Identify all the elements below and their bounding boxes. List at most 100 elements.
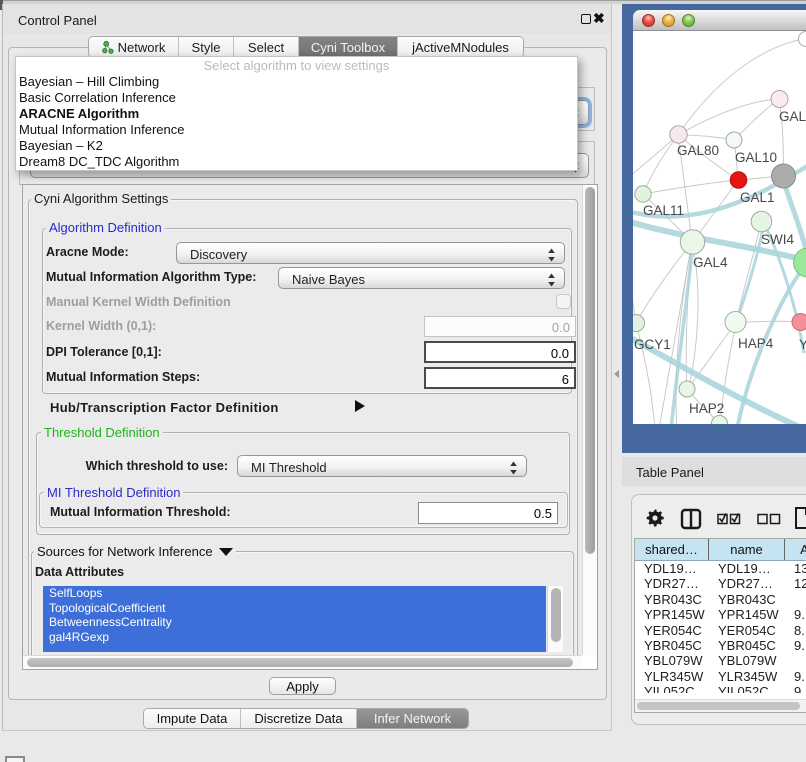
table-row[interactable]: YBR043CYBR043C	[635, 592, 806, 607]
tab-label: Select	[248, 40, 284, 55]
graph-node[interactable]	[772, 164, 796, 188]
tab-jactivemnodules[interactable]: jActiveMNodules	[398, 37, 523, 57]
settings-hscrollbar-thumb[interactable]	[27, 658, 573, 667]
graph-node-hap2[interactable]	[679, 381, 695, 397]
table-row[interactable]: YIL052CYIL052C9.	[635, 684, 806, 693]
settings-horizontal-scrollbar[interactable]	[23, 655, 582, 669]
table-cell: YPR145W	[709, 607, 785, 622]
manual-kernel-width-checkbox[interactable]	[556, 294, 571, 309]
graph-edge	[643, 180, 738, 194]
mac-minimize-icon[interactable]	[662, 14, 675, 27]
tab-label: Cyni Toolbox	[311, 40, 385, 55]
mac-close-icon[interactable]	[642, 14, 655, 27]
table-row[interactable]: YPR145WYPR145W9.	[635, 607, 806, 622]
graph-node-swi4[interactable]	[751, 211, 772, 232]
graph-node[interactable]	[799, 32, 806, 47]
graph-node-y[interactable]	[792, 314, 806, 331]
tab-discretize-data[interactable]: Discretize Data	[241, 709, 357, 728]
table-row[interactable]: YBR045CYBR045C9.	[635, 638, 806, 653]
algorithm-dropdown-popup: Select algorithm to view settings Bayesi…	[15, 56, 578, 171]
tab-style[interactable]: Style	[179, 37, 234, 57]
column-header-1[interactable]: shared…	[635, 539, 709, 560]
tab-label: jActiveMNodules	[412, 40, 509, 55]
close-icon[interactable]: ✖	[593, 7, 605, 29]
attribute-list-item[interactable]: TopologicalCoefficient	[43, 601, 546, 616]
graph-node-gcy1[interactable]	[633, 315, 645, 332]
dropdown-item[interactable]: Bayesian – K2	[16, 138, 577, 154]
tab-network[interactable]: Network	[89, 37, 179, 57]
settings-vertical-scrollbar[interactable]	[582, 185, 597, 655]
table-horizontal-scrollbar[interactable]	[635, 699, 806, 712]
graph-node[interactable]	[712, 416, 728, 425]
apply-button[interactable]: Apply	[269, 677, 336, 695]
graph-node-gal10[interactable]	[726, 132, 742, 148]
mi-threshold-field[interactable]: 0.5	[418, 502, 558, 524]
checked-checkboxes-icon[interactable]	[717, 512, 741, 526]
mac-zoom-icon[interactable]	[682, 14, 695, 27]
table-row[interactable]: YER054CYER054C8.	[635, 623, 806, 638]
aracne-mode-combo[interactable]: Discovery	[176, 242, 565, 264]
dropdown-item[interactable]: Bayesian – Hill Climbing	[16, 74, 577, 90]
tab-cyni-toolbox[interactable]: Cyni Toolbox	[299, 37, 398, 57]
graph-node-hap4[interactable]	[725, 312, 746, 333]
graph-node-gal1[interactable]	[730, 172, 747, 189]
tab-select[interactable]: Select	[234, 37, 299, 57]
attribute-list-item[interactable]: SelfLoops	[43, 586, 546, 601]
table-cell: YDL19…	[709, 561, 785, 576]
column-header-3[interactable]: A	[785, 539, 806, 560]
mi-algorithm-type-combo[interactable]: Naive Bayes	[278, 267, 565, 289]
expander-right-arrow-icon	[355, 400, 365, 412]
float-window-icon[interactable]	[581, 14, 591, 24]
table-cell: 9.	[785, 669, 806, 684]
data-attributes-label: Data Attributes	[35, 565, 124, 579]
splitter-collapse-icon[interactable]	[614, 370, 619, 378]
table-row[interactable]: YDL19…YDL19…13	[635, 561, 806, 576]
attributes-scrollbar-thumb[interactable]	[551, 588, 561, 642]
settings-vscrollbar-thumb[interactable]	[585, 187, 595, 554]
aracne-mode-label: Aracne Mode:	[46, 245, 129, 259]
bottom-left-widget[interactable]	[5, 756, 25, 762]
graph-node[interactable]	[794, 248, 806, 277]
control-panel-tabbar: NetworkStyle Select Cyni Toolbox jActiveMNo…	[88, 36, 524, 58]
tab-impute-data[interactable]: Impute Data	[144, 709, 241, 728]
graph-node-gal[interactable]	[771, 91, 788, 108]
attributes-list-scrollbar[interactable]	[547, 586, 563, 652]
dropdown-item[interactable]: Basic Correlation Inference	[16, 90, 577, 106]
dpi-tolerance-label: DPI Tolerance [0,1]:	[46, 345, 162, 359]
graph-node-gal80[interactable]	[670, 126, 687, 143]
kernel-width-field[interactable]: 0.0	[424, 316, 576, 337]
data-attributes-list[interactable]: SelfLoopsTopologicalCoefficientBetweenne…	[43, 586, 546, 652]
table-hscrollbar-thumb[interactable]	[637, 702, 800, 710]
columns-icon[interactable]	[680, 508, 702, 530]
graph-node-label: HAP2	[689, 401, 724, 416]
expander-down-arrow-icon	[219, 548, 233, 556]
hub-definition-expander[interactable]: Hub/Transcription Factor Definition	[50, 399, 380, 414]
graph-node-gal11[interactable]	[635, 186, 651, 202]
table-row[interactable]: YBL079WYBL079W	[635, 653, 806, 668]
combo-arrows-icon	[547, 247, 556, 263]
unchecked-checkboxes-icon[interactable]	[757, 512, 781, 526]
attribute-list-item[interactable]: BetweennessCentrality	[43, 615, 546, 630]
table-cell: YBL079W	[709, 653, 785, 668]
gear-icon[interactable]	[645, 508, 665, 528]
network-canvas[interactable]: GALGAL80GAL10GAL1GAL11SWI4GAL4GCY1HAP4YH…	[633, 31, 806, 424]
dropdown-item[interactable]: Dream8 DC_TDC Algorithm	[16, 154, 577, 170]
column-header-2[interactable]: name	[709, 539, 785, 560]
table-cell: 12	[785, 576, 806, 591]
table-row[interactable]: YDR27…YDR27…12	[635, 576, 806, 591]
cyni-settings-group-title: Cyni Algorithm Settings	[31, 192, 171, 205]
network-window-titlebar[interactable]	[633, 10, 806, 31]
which-threshold-combo[interactable]: MI Threshold	[237, 455, 527, 477]
table-cell: YBL079W	[635, 653, 709, 668]
attribute-list-item[interactable]: gal4RGexp	[43, 630, 546, 645]
attribute-list-item-clipped	[43, 645, 546, 652]
mi-steps-field[interactable]: 6	[424, 367, 576, 389]
graph-node-gal4[interactable]	[680, 230, 704, 254]
dropdown-item[interactable]: ARACNE Algorithm	[16, 106, 577, 122]
graph-edge	[633, 259, 636, 323]
tab-infer-network[interactable]: Infer Network	[357, 709, 468, 728]
dpi-tolerance-field[interactable]: 0.0	[424, 341, 576, 363]
dropdown-item[interactable]: Mutual Information Inference	[16, 122, 577, 138]
document-icon[interactable]	[794, 506, 806, 530]
table-row[interactable]: YLR345WYLR345W9.	[635, 669, 806, 684]
